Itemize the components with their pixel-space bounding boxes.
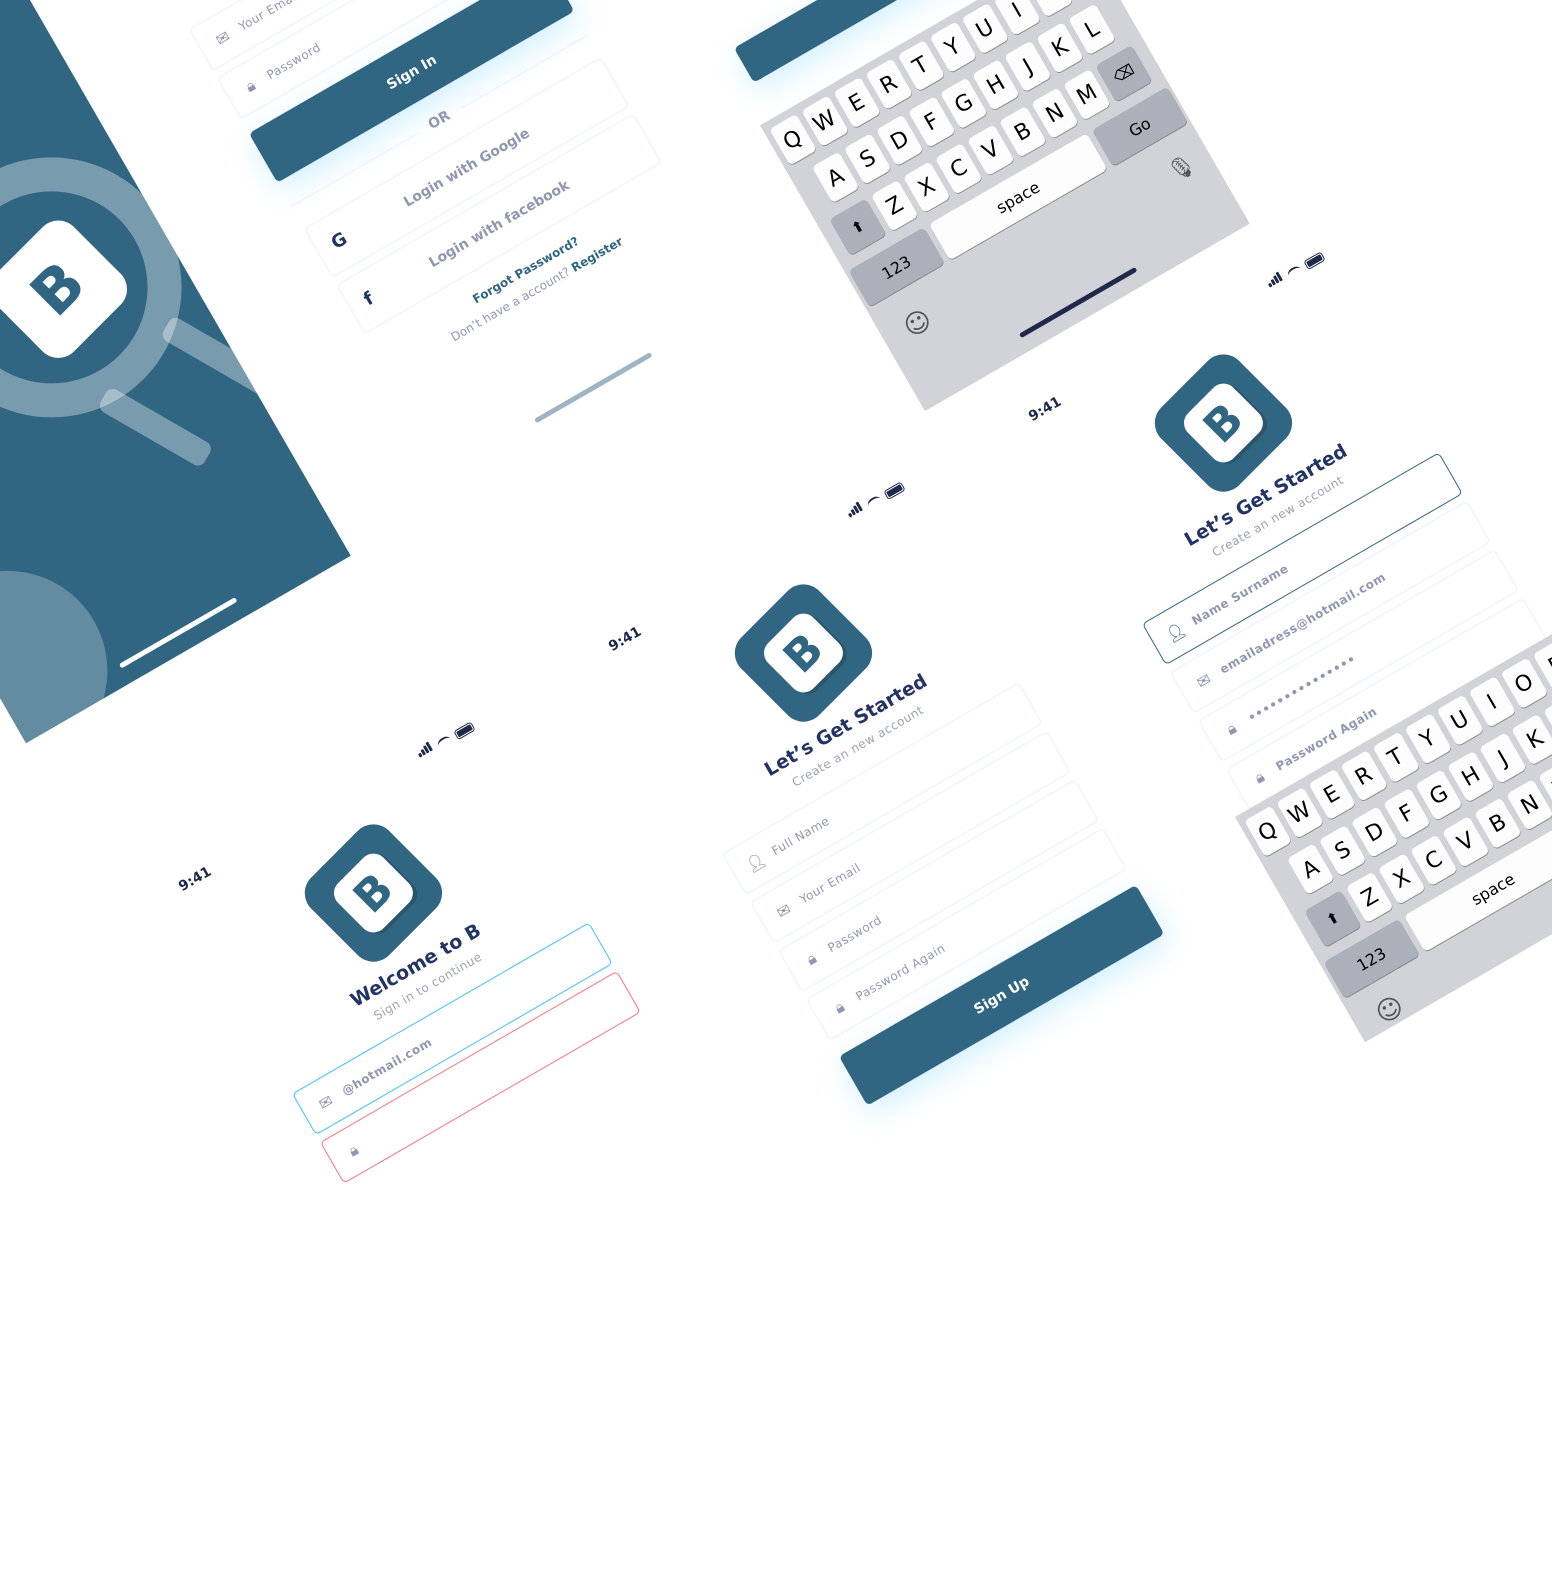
home-indicator (1019, 267, 1138, 338)
lock-icon: 🔒︎ (237, 73, 264, 100)
logo-letter: B (17, 248, 99, 330)
wifi-icon (436, 734, 453, 750)
wifi-icon (1286, 264, 1303, 280)
mail-icon: ✉ (312, 1088, 339, 1115)
status-icons (412, 714, 475, 761)
magnifier-handle-2 (97, 386, 214, 469)
decor-circle-bottom (0, 534, 144, 743)
lock-icon: 🔒︎ (798, 945, 825, 972)
magnifier-handle-1 (160, 315, 277, 398)
battery-icon (883, 481, 905, 500)
shift-icon: ⬆ (1323, 908, 1343, 930)
emoji-icon[interactable]: ☺ (899, 304, 937, 344)
logo-letter: B (1194, 393, 1254, 453)
status-time: 9:41 (606, 624, 644, 655)
mail-icon: ✉ (770, 897, 797, 924)
status-time: 9:41 (1026, 394, 1064, 425)
decor-circle-top (0, 0, 71, 41)
emoji-icon[interactable]: ☺ (1371, 991, 1409, 1031)
mail-icon: ✉ (1190, 667, 1217, 694)
home-indicator (534, 352, 653, 423)
lock-icon: 🔒︎ (340, 1137, 367, 1164)
shift-icon: ⬆ (848, 216, 868, 238)
logo-letter: B (774, 623, 834, 683)
user-icon: 👤︎ (742, 848, 769, 875)
microphone-icon[interactable]: 🎙︎ (1164, 151, 1201, 187)
lock-icon: 🔒︎ (826, 994, 853, 1021)
mail-icon: ✉ (209, 24, 236, 51)
user-icon: 👤︎ (1162, 618, 1189, 645)
logo-letter: B (344, 863, 404, 923)
battery-icon (453, 721, 475, 740)
signal-icon (1262, 267, 1285, 291)
wifi-icon (866, 494, 883, 510)
backspace-icon: ⌫ (1110, 60, 1137, 86)
signal-icon (842, 497, 865, 521)
status-icons (1262, 244, 1325, 291)
status-time: 9:41 (176, 864, 214, 895)
battery-icon (1303, 251, 1325, 270)
signal-icon (412, 737, 435, 761)
lock-icon: 🔒︎ (1246, 764, 1273, 791)
lock-icon: 🔒︎ (1218, 715, 1245, 742)
home-indicator (119, 597, 238, 668)
